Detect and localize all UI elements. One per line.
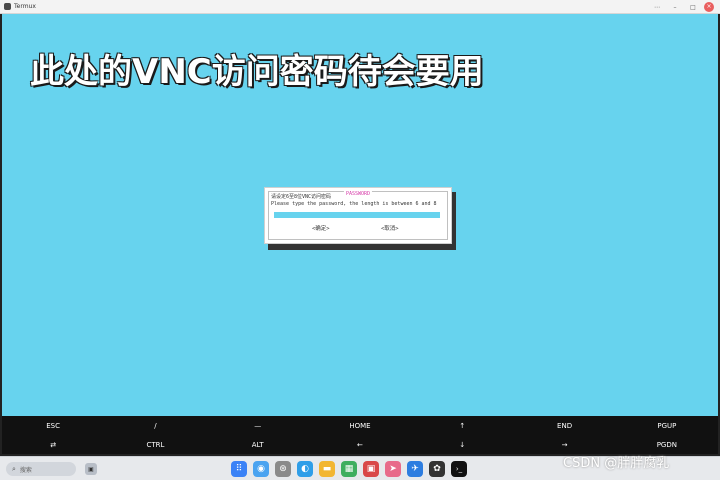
window-title: Termux: [14, 3, 36, 10]
key-esc[interactable]: ESC: [2, 416, 104, 435]
ok-button[interactable]: <确定>: [312, 224, 330, 232]
prompt-chinese: 请设定6至8位VNC访问密码: [271, 194, 332, 200]
taskbar-dock: ⠿ ◉ ⊛ ◐ ▬ ▦ ▣ ➤ ✈ ✿ ›_: [231, 461, 467, 477]
key-home[interactable]: HOME: [309, 416, 411, 435]
close-button[interactable]: ×: [704, 2, 714, 12]
key-left-arrow[interactable]: ←: [309, 435, 411, 454]
cancel-button[interactable]: <取消>: [381, 224, 399, 232]
overlay-caption: 此处的VNC访问密码待会要用: [30, 52, 484, 92]
key-down-arrow[interactable]: ↓: [411, 435, 513, 454]
music-icon[interactable]: ◐: [297, 461, 313, 477]
search-placeholder: 搜索: [19, 466, 32, 474]
window-controls: ⋯ – □ ×: [650, 0, 714, 14]
file-manager-icon[interactable]: ◉: [253, 461, 269, 477]
taskbar-search[interactable]: ⌕ 搜索: [6, 462, 76, 476]
key-slash[interactable]: /: [104, 416, 206, 435]
window-titlebar: Termux ⋯ – □ ×: [0, 0, 720, 14]
key-end[interactable]: END: [513, 416, 615, 435]
search-icon: ⌕: [12, 464, 16, 473]
app-launcher-icon[interactable]: ⠿: [231, 461, 247, 477]
extra-keys-bar: ESC / — HOME ↑ END PGUP ⇄ CTRL ALT ← ↓ →…: [2, 416, 718, 454]
key-pgup[interactable]: PGUP: [616, 416, 718, 435]
dialog-title: PASSWORD: [343, 191, 373, 197]
store-icon[interactable]: ▣: [363, 461, 379, 477]
browser-icon[interactable]: ⊛: [275, 461, 291, 477]
watermark: CSDN @胖胖腐乳: [563, 456, 670, 471]
password-dialog: PASSWORD 请设定6至8位VNC访问密码 Please type the …: [264, 187, 452, 244]
key-up-arrow[interactable]: ↑: [411, 416, 513, 435]
gallery-icon[interactable]: ▦: [341, 461, 357, 477]
send-icon[interactable]: ➤: [385, 461, 401, 477]
widgets-icon[interactable]: ▣: [85, 463, 97, 475]
termux-app-icon: [4, 3, 11, 10]
minimize-button[interactable]: –: [668, 2, 682, 12]
folder-icon[interactable]: ▬: [319, 461, 335, 477]
more-options-icon[interactable]: ⋯: [650, 2, 664, 12]
qq-icon[interactable]: ✿: [429, 461, 445, 477]
password-input[interactable]: [274, 212, 440, 218]
key-ctrl[interactable]: CTRL: [104, 435, 206, 454]
maximize-button[interactable]: □: [686, 2, 700, 12]
prompt-english: Please type the password, the length is …: [271, 201, 437, 207]
key-alt[interactable]: ALT: [207, 435, 309, 454]
key-dash[interactable]: —: [207, 416, 309, 435]
terminal-icon[interactable]: ›_: [451, 461, 467, 477]
key-tab[interactable]: ⇄: [2, 435, 104, 454]
transfer-icon[interactable]: ✈: [407, 461, 423, 477]
